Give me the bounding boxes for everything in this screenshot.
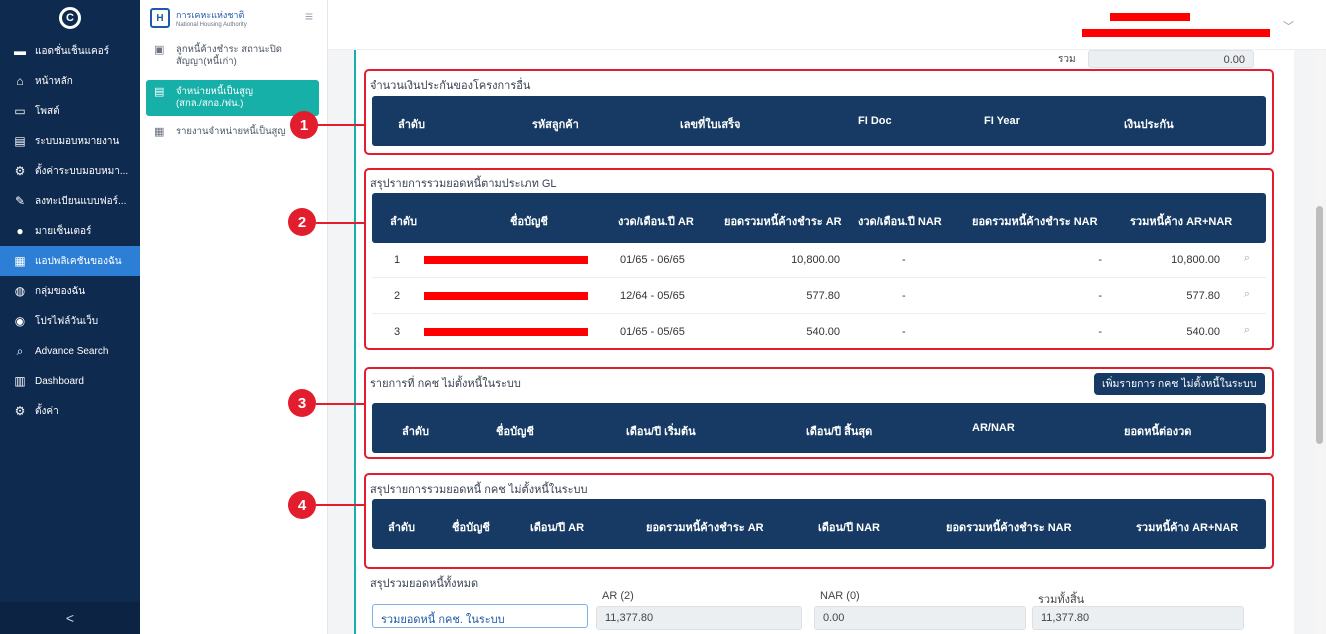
- sidebar-item-1[interactable]: ⌂ หน้าหลัก: [0, 66, 140, 96]
- sub-item-write-off[interactable]: ▤ จำหน่ายหนี้เป็นสูญ (สกล./สกอ./ฟน.): [146, 80, 319, 116]
- sidebar-item-0[interactable]: ▬ แอดชั่นเช็นแคอร์: [0, 36, 140, 66]
- settings-icon: ⚙: [14, 404, 26, 418]
- highlight-box-1: [364, 69, 1274, 155]
- summary-title: สรุปรวมยอดหนี้ทั้งหมด: [370, 578, 479, 590]
- top-total-label: รวม: [1058, 54, 1076, 65]
- sidebar-item-12[interactable]: ⚙ ตั้งค่า: [0, 396, 140, 426]
- sidebar-item-label: โปรไฟล์วันเว็บ: [35, 315, 99, 327]
- sidebar-item-label: ลงทะเบียนแบบฟอร์...: [35, 195, 127, 207]
- callout-marker-2: 2: [288, 208, 316, 236]
- sidebar-item-label: มายเซ็นเตอร์: [35, 225, 92, 237]
- profile-icon: ◉: [14, 314, 26, 328]
- sidebar-item-4[interactable]: ⚙ ตั้งค่าระบบมอบหมา...: [0, 156, 140, 186]
- sidebar-item-label: แอดชั่นเช็นแคอร์: [35, 45, 110, 57]
- group-icon: ◍: [14, 284, 26, 298]
- sidebar-item-5[interactable]: ✎ ลงทะเบียนแบบฟอร์...: [0, 186, 140, 216]
- sidebar-item-label: หน้าหลัก: [35, 75, 73, 87]
- highlight-box-3: [364, 367, 1274, 459]
- form-icon: ✎: [14, 194, 26, 208]
- main-sidebar: C ▬ แอดชั่นเช็นแคอร์ ⌂ หน้าหลัก ▭ โพสต์ ▤ ระบบม…: [0, 0, 140, 634]
- callout-line-3: [316, 403, 364, 405]
- search-icon: ⌕: [16, 343, 24, 358]
- callout-line-4: [316, 504, 364, 506]
- logo-icon: C: [59, 7, 81, 29]
- chevron-down-icon[interactable]: ﹀: [1283, 18, 1294, 34]
- sub-sidebar: H การเคหะแห่งชาติ National Housing Autho…: [140, 0, 328, 634]
- summary-nar-label: NAR (0): [820, 590, 860, 602]
- main-panel: รวม 0.00 จำนวนเงินประกันของโครงการอื่น ล…: [354, 50, 1294, 634]
- content-area: รวม 0.00 จำนวนเงินประกันของโครงการอื่น ล…: [328, 50, 1326, 634]
- sidebar-item-label: โพสต์: [35, 105, 60, 117]
- callout-marker-1: 1: [290, 111, 318, 139]
- summary-nar-value: 0.00: [814, 606, 1026, 630]
- list-icon: ▤: [154, 86, 165, 98]
- sidebar-item-label: แอปพลิเคชันของฉัน: [35, 255, 122, 267]
- collapse-sidebar-button[interactable]: <: [0, 602, 140, 634]
- callout-line-2: [316, 222, 364, 224]
- sidebar-item-label: ตั้งค่า: [35, 405, 59, 417]
- hamburger-icon[interactable]: ≡: [305, 8, 313, 24]
- sub-item-closed-contract[interactable]: ▣ ลูกหนี้ค้างชำระ สถานะปิดสัญญา(หนี้เก่า…: [140, 40, 327, 74]
- summary-ar-label: AR (2): [602, 590, 634, 602]
- callout-marker-4: 4: [288, 491, 316, 519]
- top-bar: ﹀: [328, 0, 1326, 50]
- sidebar-item-11[interactable]: ▥ Dashboard: [0, 366, 140, 396]
- apps-icon: ▦: [14, 254, 26, 268]
- summary-ar-value: 11,377.80: [596, 606, 802, 630]
- user-icon: ●: [16, 224, 24, 238]
- sidebar-item-label: ระบบมอบหมายงาน: [35, 135, 120, 147]
- summary-row-label: รวมยอดหนี้ กคช. ในระบบ: [372, 604, 588, 628]
- redacted-user-role: [1082, 29, 1270, 37]
- doc-icon: ▤: [14, 134, 26, 148]
- sidebar-item-label: Dashboard: [35, 375, 84, 387]
- sidebar-item-9[interactable]: ◉ โปรไฟล์วันเว็บ: [0, 306, 140, 336]
- sub-item-label: จำหน่ายหนี้เป็นสูญ (สกล./สกอ./ฟน.): [176, 86, 253, 109]
- sidebar-item-label: Advance Search: [35, 345, 109, 357]
- nha-logo-icon: H: [150, 8, 170, 28]
- callout-marker-3: 3: [288, 389, 316, 417]
- sidebar-item-2[interactable]: ▭ โพสต์: [0, 96, 140, 126]
- sidebar-item-7[interactable]: ▦ แอปพลิเคชันของฉัน: [0, 246, 140, 276]
- vertical-scrollbar[interactable]: [1314, 50, 1324, 634]
- sidebar-item-label: ตั้งค่าระบบมอบหมา...: [35, 165, 129, 177]
- org-name-th: การเคหะแห่งชาติ: [176, 10, 245, 20]
- callout-line-1: [316, 124, 364, 126]
- redacted-user-name: [1110, 13, 1190, 21]
- highlight-box-4: [364, 473, 1274, 569]
- org-header: H การเคหะแห่งชาติ National Housing Autho…: [140, 0, 327, 36]
- store-icon: ▬: [14, 44, 26, 58]
- summary-total-value: 11,377.80: [1032, 606, 1244, 630]
- calendar-icon: ▣: [154, 44, 165, 56]
- top-total-value: 0.00: [1088, 50, 1254, 68]
- sidebar-item-3[interactable]: ▤ ระบบมอบหมายงาน: [0, 126, 140, 156]
- sidebar-item-label: กลุ่มของฉัน: [35, 285, 86, 297]
- sidebar-item-6[interactable]: ● มายเซ็นเตอร์: [0, 216, 140, 246]
- highlight-box-2: [364, 168, 1274, 350]
- home-icon: ⌂: [16, 74, 24, 88]
- scrollbar-thumb[interactable]: [1316, 206, 1323, 444]
- org-name-en: National Housing Authority: [176, 22, 247, 28]
- sidebar-item-10[interactable]: ⌕ Advance Search: [0, 336, 140, 366]
- sidebar-item-8[interactable]: ◍ กลุ่มของฉัน: [0, 276, 140, 306]
- sub-item-label: ลูกหนี้ค้างชำระ สถานะปิดสัญญา(หนี้เก่า): [176, 44, 282, 67]
- app-logo[interactable]: C: [0, 0, 140, 36]
- table-icon: ▦: [154, 126, 165, 138]
- sub-item-label: รายงานจำหน่ายหนี้เป็นสูญ: [176, 126, 286, 137]
- post-icon: ▭: [14, 104, 26, 118]
- gear-icon: ⚙: [14, 164, 26, 178]
- chart-icon: ▥: [14, 374, 26, 388]
